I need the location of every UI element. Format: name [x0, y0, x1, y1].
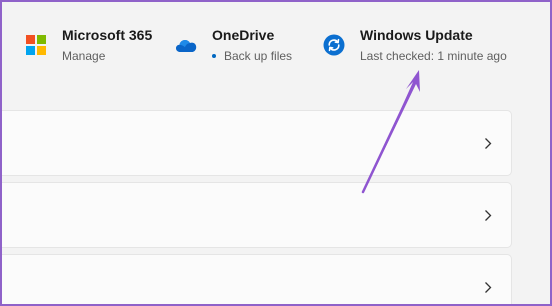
- onedrive-subtitle: Back up files: [212, 48, 292, 64]
- settings-card[interactable]: [2, 110, 512, 176]
- microsoft-365-icon: [24, 33, 48, 57]
- microsoft-365-title: Microsoft 365: [62, 27, 153, 43]
- windows-update-title: Windows Update: [360, 27, 473, 43]
- settings-window: Microsoft 365 Manage OneDrive Back up fi…: [0, 0, 552, 306]
- onedrive-link[interactable]: OneDrive Back up files: [174, 26, 292, 70]
- onedrive-subtitle-text: Back up files: [224, 49, 293, 63]
- recommended-bar: Microsoft 365 Manage OneDrive Back up fi…: [2, 2, 550, 96]
- onedrive-title: OneDrive: [212, 27, 275, 43]
- windows-update-icon: [322, 33, 346, 57]
- microsoft-365-subtitle: Manage: [62, 49, 106, 63]
- windows-update-subtitle: Last checked: 1 minute ago: [360, 49, 507, 63]
- chevron-right-icon: [483, 208, 493, 222]
- onedrive-cloud-icon: [174, 33, 198, 57]
- status-dot: [212, 54, 216, 58]
- chevron-right-icon: [483, 136, 493, 150]
- settings-card[interactable]: [2, 182, 512, 248]
- microsoft-365-link[interactable]: Microsoft 365 Manage: [24, 26, 152, 70]
- chevron-right-icon: [483, 280, 493, 294]
- windows-update-link[interactable]: Windows Update Last checked: 1 minute ag…: [322, 26, 507, 70]
- settings-card[interactable]: [2, 254, 512, 304]
